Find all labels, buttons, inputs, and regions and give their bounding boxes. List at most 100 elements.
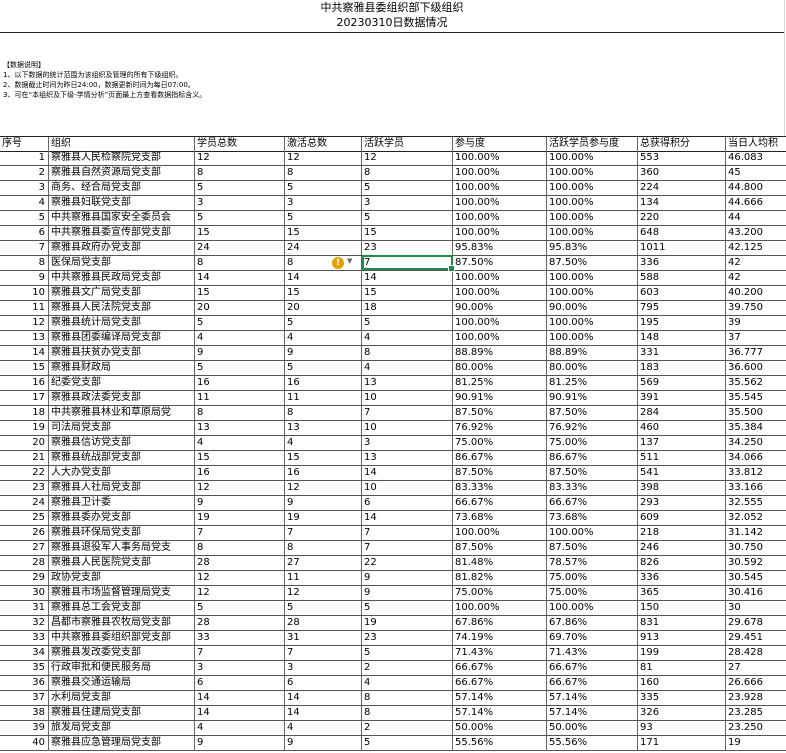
cell-row-index[interactable]: 18	[0, 406, 49, 420]
cell-members[interactable]: 12	[195, 481, 285, 495]
cell-org-name[interactable]: 察雅县卫计委	[49, 496, 195, 510]
cell-members[interactable]: 12	[195, 151, 285, 165]
cell-participation[interactable]: 66.67%	[453, 496, 547, 510]
cell-avg-points[interactable]: 32.052	[726, 511, 786, 525]
cell-points[interactable]: 336	[638, 256, 726, 270]
cell-active-participation[interactable]: 90.00%	[547, 301, 638, 315]
cell-active-participation[interactable]: 87.50%	[547, 256, 638, 270]
cell-org-name[interactable]: 察雅县扶贫办党支部	[49, 346, 195, 360]
cell-row-index[interactable]: 21	[0, 451, 49, 465]
cell-points[interactable]: 365	[638, 586, 726, 600]
cell-org-name[interactable]: 察雅县自然资源局党支部	[49, 166, 195, 180]
cell-points[interactable]: 335	[638, 691, 726, 705]
cell-avg-points[interactable]: 44.666	[726, 196, 786, 210]
header-cell-activated[interactable]: 激活总数	[285, 137, 362, 151]
cell-row-index[interactable]: 9	[0, 271, 49, 285]
cell-active-participation[interactable]: 81.25%	[547, 376, 638, 390]
cell-members[interactable]: 7	[195, 646, 285, 660]
cell-avg-points[interactable]: 33.166	[726, 481, 786, 495]
cell-avg-points[interactable]: 19	[726, 736, 786, 750]
cell-active-participation[interactable]: 86.67%	[547, 451, 638, 465]
cell-members[interactable]: 5	[195, 316, 285, 330]
cell-avg-points[interactable]: 35.545	[726, 391, 786, 405]
cell-avg-points[interactable]: 30.545	[726, 571, 786, 585]
cell-participation[interactable]: 100.00%	[453, 331, 547, 345]
cell-row-index[interactable]: 19	[0, 421, 49, 435]
cell-activated[interactable]: 24	[285, 241, 362, 255]
cell-avg-points[interactable]: 29.678	[726, 616, 786, 630]
cell-active[interactable]: 13	[362, 376, 453, 390]
cell-points[interactable]: 134	[638, 196, 726, 210]
cell-row-index[interactable]: 7	[0, 241, 49, 255]
cell-org-name[interactable]: 察雅县环保局党支部	[49, 526, 195, 540]
cell-active[interactable]: 9	[362, 571, 453, 585]
cell-members[interactable]: 15	[195, 286, 285, 300]
cell-activated[interactable]: 9	[285, 346, 362, 360]
cell-members[interactable]: 9	[195, 736, 285, 750]
cell-participation[interactable]: 57.14%	[453, 691, 547, 705]
cell-active-participation[interactable]: 100.00%	[547, 271, 638, 285]
cell-row-index[interactable]: 30	[0, 586, 49, 600]
cell-org-name[interactable]: 察雅县财政局	[49, 361, 195, 375]
cell-points[interactable]: 331	[638, 346, 726, 360]
cell-members[interactable]: 14	[195, 271, 285, 285]
cell-org-name[interactable]: 中共察雅县委宣传部党支部	[49, 226, 195, 240]
cell-avg-points[interactable]: 35.562	[726, 376, 786, 390]
cell-activated[interactable]: 12	[285, 481, 362, 495]
cell-points[interactable]: 293	[638, 496, 726, 510]
cell-participation[interactable]: 74.19%	[453, 631, 547, 645]
cell-activated[interactable]: 9	[285, 736, 362, 750]
cell-points[interactable]: 648	[638, 226, 726, 240]
cell-members[interactable]: 3	[195, 661, 285, 675]
cell-org-name[interactable]: 察雅县市场监督管理局党支	[49, 586, 195, 600]
cell-members[interactable]: 5	[195, 211, 285, 225]
cell-activated[interactable]: 7	[285, 646, 362, 660]
header-cell-org[interactable]: 组织	[49, 137, 195, 151]
cell-members[interactable]: 28	[195, 556, 285, 570]
cell-members[interactable]: 16	[195, 376, 285, 390]
cell-avg-points[interactable]: 44.800	[726, 181, 786, 195]
cell-activated[interactable]: 20	[285, 301, 362, 315]
cell-participation[interactable]: 87.50%	[453, 541, 547, 555]
cell-row-index[interactable]: 20	[0, 436, 49, 450]
cell-points[interactable]: 195	[638, 316, 726, 330]
cell-points[interactable]: 511	[638, 451, 726, 465]
cell-points[interactable]: 360	[638, 166, 726, 180]
header-cell-participation[interactable]: 参与度	[453, 137, 547, 151]
cell-members[interactable]: 24	[195, 241, 285, 255]
cell-org-name[interactable]: 察雅县人民检察院党支部	[49, 151, 195, 165]
cell-activated[interactable]: 7	[285, 526, 362, 540]
cell-active[interactable]: 10	[362, 391, 453, 405]
cell-members[interactable]: 5	[195, 361, 285, 375]
cell-participation[interactable]: 73.68%	[453, 511, 547, 525]
cell-org-name[interactable]: 察雅县交通运输局	[49, 676, 195, 690]
cell-active-participation[interactable]: 100.00%	[547, 316, 638, 330]
cell-participation[interactable]: 81.82%	[453, 571, 547, 585]
cell-avg-points[interactable]: 44	[726, 211, 786, 225]
cell-active[interactable]: 14	[362, 511, 453, 525]
cell-active[interactable]: 4	[362, 361, 453, 375]
cell-points[interactable]: 541	[638, 466, 726, 480]
cell-row-index[interactable]: 11	[0, 301, 49, 315]
cell-members[interactable]: 4	[195, 436, 285, 450]
cell-active-participation[interactable]: 87.50%	[547, 406, 638, 420]
cell-points[interactable]: 171	[638, 736, 726, 750]
cell-participation[interactable]: 88.89%	[453, 346, 547, 360]
cell-activated[interactable]: 8	[285, 166, 362, 180]
cell-org-name[interactable]: 中共察雅县民政局党支部	[49, 271, 195, 285]
cell-active-participation[interactable]: 57.14%	[547, 691, 638, 705]
cell-participation[interactable]: 100.00%	[453, 196, 547, 210]
cell-active-participation[interactable]: 75.00%	[547, 436, 638, 450]
cell-org-name[interactable]: 水利局党支部	[49, 691, 195, 705]
cell-active[interactable]: 7	[362, 541, 453, 555]
cell-org-name[interactable]: 察雅县人民医院党支部	[49, 556, 195, 570]
cell-active[interactable]: 7	[362, 526, 453, 540]
cell-avg-points[interactable]: 35.384	[726, 421, 786, 435]
cell-participation[interactable]: 67.86%	[453, 616, 547, 630]
cell-row-index[interactable]: 10	[0, 286, 49, 300]
cell-org-name[interactable]: 中共察雅县国家安全委员会	[49, 211, 195, 225]
cell-avg-points[interactable]: 42	[726, 271, 786, 285]
cell-participation[interactable]: 83.33%	[453, 481, 547, 495]
cell-participation[interactable]: 100.00%	[453, 226, 547, 240]
cell-participation[interactable]: 100.00%	[453, 286, 547, 300]
